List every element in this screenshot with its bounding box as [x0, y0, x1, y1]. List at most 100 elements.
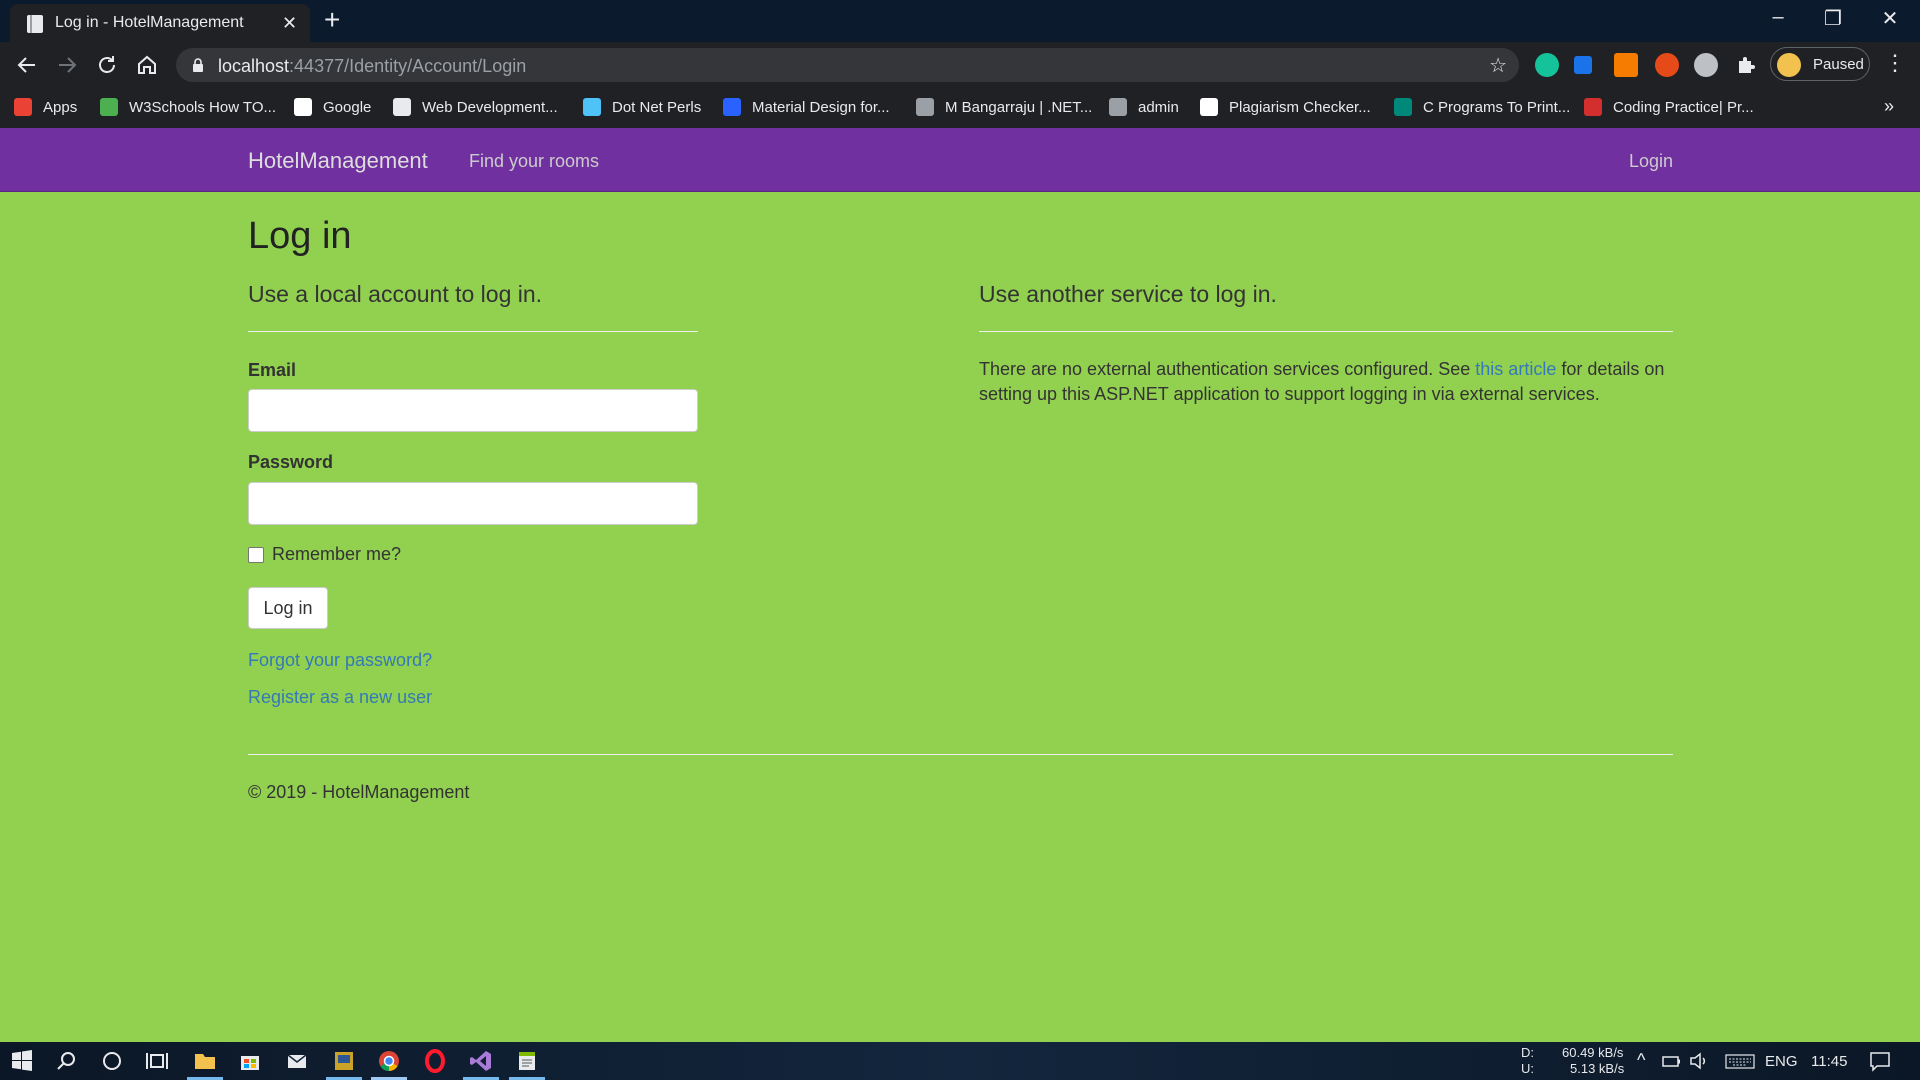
- bookmark-label: Plagiarism Checker...: [1229, 98, 1371, 116]
- notepad-icon[interactable]: [515, 1049, 539, 1073]
- globe-icon: [916, 98, 934, 116]
- close-window-icon[interactable]: ✕: [1870, 6, 1910, 31]
- external-login-heading: Use another service to log in.: [979, 281, 1277, 307]
- bookmark-label: Apps: [43, 98, 78, 116]
- email-label: Email: [248, 360, 297, 380]
- bookmark-item[interactable]: Google: [294, 95, 371, 119]
- external-login-info: There are no external authentication ser…: [979, 359, 1665, 404]
- off-extension-icon[interactable]: [1614, 53, 1638, 77]
- login-link[interactable]: Login: [1629, 151, 1673, 172]
- clock[interactable]: 11:45: [1811, 1053, 1847, 1070]
- bookmark-label: M Bangarraju | .NET...: [945, 98, 1093, 116]
- windows-taskbar: D: U: 60.49 kB/s 5.13 kB/s ^ ENG 11:45: [0, 1042, 1920, 1080]
- bookmark-label: Google: [323, 98, 372, 116]
- bookmark-label: Coding Practice| Pr...: [1613, 98, 1754, 116]
- divider: [979, 331, 1673, 332]
- battery-icon[interactable]: [1660, 1049, 1682, 1073]
- bookmark-item[interactable]: Apps: [14, 95, 77, 119]
- visual-studio-icon[interactable]: [469, 1049, 493, 1073]
- net-down-label: D:: [1521, 1045, 1534, 1060]
- web-dev-icon: [393, 98, 411, 116]
- bookmark-item[interactable]: M Bangarraju | .NET...: [916, 95, 1092, 119]
- tab-title: Log in - HotelManagement: [55, 14, 244, 31]
- bookmark-label: C Programs To Print...: [1423, 98, 1571, 116]
- password-label: Password: [248, 452, 334, 472]
- bookmark-item[interactable]: W3Schools How TO...: [100, 95, 276, 119]
- tab-strip: Log in - HotelManagement ✕ + – ❐ ✕: [0, 0, 1920, 42]
- mail-icon[interactable]: [285, 1049, 309, 1073]
- more-bookmarks-icon[interactable]: »: [1884, 96, 1894, 117]
- language-indicator[interactable]: ENG: [1765, 1053, 1798, 1070]
- cortana-icon[interactable]: [100, 1049, 124, 1073]
- minimize-icon[interactable]: –: [1758, 6, 1798, 29]
- bookmark-item[interactable]: C Programs To Print...: [1394, 95, 1570, 119]
- keyboard-icon[interactable]: [1724, 1049, 1756, 1073]
- bookmark-star-icon[interactable]: ☆: [1489, 53, 1507, 78]
- site-navbar: HotelManagement Find your rooms Login: [0, 128, 1920, 192]
- remember-me-checkbox[interactable]: [248, 547, 264, 563]
- document-icon: [27, 15, 43, 33]
- volume-icon[interactable]: [1688, 1049, 1710, 1073]
- mdb-icon: [723, 98, 741, 116]
- footer-copyright: © 2019 - HotelManagement: [248, 782, 470, 802]
- forgot-password-link[interactable]: Forgot your password?: [248, 650, 432, 671]
- read-aloud-extension-icon[interactable]: [1574, 56, 1592, 74]
- url-text: localhost:44377/Identity/Account/Login: [218, 56, 527, 76]
- forward-icon[interactable]: [53, 51, 81, 79]
- article-link[interactable]: this article: [1475, 359, 1556, 379]
- grammarly-extension-icon[interactable]: [1535, 53, 1559, 77]
- task-view-icon[interactable]: [145, 1049, 169, 1073]
- bookmark-item[interactable]: Dot Net Perls: [583, 95, 701, 119]
- extension-icon[interactable]: [1694, 53, 1718, 77]
- password-field[interactable]: [248, 482, 698, 525]
- lock-icon: [193, 58, 203, 72]
- email-field[interactable]: [248, 389, 698, 432]
- home-icon[interactable]: [133, 51, 161, 79]
- brand-link[interactable]: HotelManagement: [248, 148, 428, 174]
- google-icon: [294, 98, 312, 116]
- app-icon[interactable]: [332, 1049, 356, 1073]
- windows-start-icon[interactable]: [10, 1049, 34, 1073]
- more-menu-icon[interactable]: ⋮: [1884, 50, 1906, 76]
- bookmark-item[interactable]: Coding Practice| Pr...: [1584, 95, 1754, 119]
- store-icon[interactable]: [238, 1049, 262, 1073]
- opera-icon[interactable]: [423, 1049, 447, 1073]
- chrome-icon[interactable]: [377, 1049, 401, 1073]
- browser-toolbar: localhost:44377/Identity/Account/Login ☆…: [0, 42, 1920, 88]
- profile-button[interactable]: Paused: [1770, 47, 1870, 81]
- chevron-up-icon[interactable]: ^: [1637, 1050, 1645, 1071]
- bookmark-label: W3Schools How TO...: [129, 98, 276, 116]
- close-tab-icon[interactable]: ✕: [282, 13, 297, 33]
- net-up-label: U:: [1521, 1061, 1534, 1076]
- reload-icon[interactable]: [93, 51, 121, 79]
- footer-divider: [248, 754, 1673, 755]
- address-bar[interactable]: localhost:44377/Identity/Account/Login ☆: [176, 48, 1519, 82]
- puzzle-extensions-icon[interactable]: [1734, 53, 1758, 77]
- bookmark-item[interactable]: admin: [1109, 95, 1179, 119]
- sst-icon: [1200, 98, 1218, 116]
- search-icon[interactable]: [55, 1049, 79, 1073]
- local-account-heading: Use a local account to log in.: [248, 281, 543, 307]
- new-tab-icon[interactable]: +: [324, 6, 340, 34]
- restore-icon[interactable]: ❐: [1813, 6, 1853, 31]
- page-title: Log in: [248, 215, 352, 257]
- profile-status: Paused: [1813, 56, 1864, 73]
- file-explorer-icon[interactable]: [193, 1049, 217, 1073]
- dotnetperls-icon: [583, 98, 601, 116]
- bookmark-label: Web Development...: [422, 98, 558, 116]
- register-link[interactable]: Register as a new user: [248, 687, 432, 708]
- find-rooms-link[interactable]: Find your rooms: [469, 151, 599, 172]
- back-icon[interactable]: [13, 51, 41, 79]
- bookmark-item[interactable]: Material Design for...: [723, 95, 890, 119]
- browser-tab[interactable]: Log in - HotelManagement ✕: [10, 4, 310, 42]
- net-up-speed: 5.13 kB/s: [1570, 1061, 1625, 1076]
- remember-me-label[interactable]: Remember me?: [272, 544, 401, 565]
- w3schools-icon: [100, 98, 118, 116]
- bookmark-label: Dot Net Perls: [612, 98, 702, 116]
- bookmark-label: admin: [1138, 98, 1179, 116]
- notifications-icon[interactable]: [1868, 1049, 1892, 1073]
- bookmark-item[interactable]: Plagiarism Checker...: [1200, 95, 1371, 119]
- login-button[interactable]: Log in: [248, 587, 328, 629]
- extension-icon[interactable]: [1655, 53, 1679, 77]
- bookmark-item[interactable]: Web Development...: [393, 95, 558, 119]
